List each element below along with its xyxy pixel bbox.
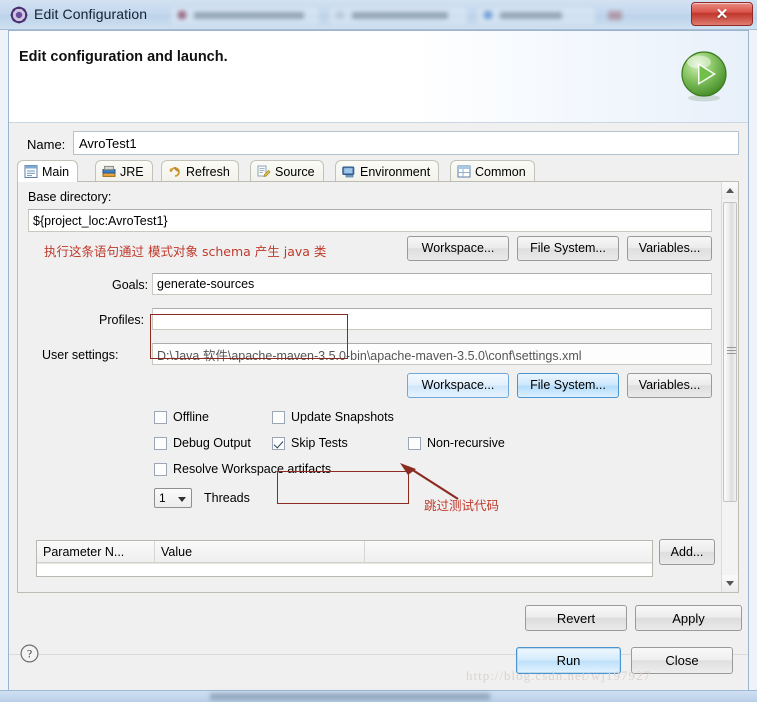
update-snapshots-checkbox[interactable]: [272, 411, 285, 424]
non-recursive-label: Non-recursive: [427, 436, 505, 450]
parameters-table[interactable]: Parameter N... Value: [36, 540, 653, 577]
resolve-workspace-artifacts-checkbox[interactable]: [154, 463, 167, 476]
tab-refresh[interactable]: Refresh: [161, 160, 239, 182]
scroll-down-arrow-icon[interactable]: [722, 575, 738, 592]
window-titlebar: Edit Configuration ✕: [0, 0, 757, 30]
tab-source-label: Source: [275, 164, 315, 179]
tab-environment[interactable]: Environment: [335, 160, 440, 182]
btn-label: Workspace...: [421, 241, 495, 256]
non-recursive-checkbox[interactable]: [408, 437, 421, 450]
background-browser-tabs: [170, 2, 670, 28]
eclipse-launch-icon: [10, 6, 28, 24]
user-settings-label: User settings:: [42, 348, 119, 362]
tab-main[interactable]: Main: [17, 160, 79, 182]
btn-label: Variables...: [638, 241, 701, 256]
jre-library-icon: [102, 165, 116, 177]
goals-input[interactable]: [152, 273, 712, 295]
source-pencil-icon: [257, 165, 271, 177]
chevron-down-icon: [178, 497, 186, 502]
green-run-circle-icon[interactable]: [677, 49, 731, 103]
name-input[interactable]: [73, 131, 739, 155]
apply-button[interactable]: Apply: [635, 605, 742, 631]
btn-label: Close: [665, 653, 699, 668]
window-close-button[interactable]: ✕: [691, 2, 753, 26]
resolve-workspace-artifacts-label: Resolve Workspace artifacts: [173, 462, 332, 476]
environment-icon: [342, 166, 355, 178]
close-icon: ✕: [715, 6, 729, 23]
tab-jre-label: JRE: [120, 164, 144, 179]
column-value: Value: [161, 545, 193, 559]
base-directory-variables-button[interactable]: Variables...: [627, 236, 712, 261]
scrollbar-grip-icon: [727, 347, 736, 354]
btn-label: Add...: [670, 544, 704, 559]
offline-checkbox[interactable]: [154, 411, 167, 424]
btn-label: Revert: [556, 610, 596, 626]
user-settings-filesystem-button[interactable]: File System...: [517, 373, 619, 398]
scrollbar-thumb[interactable]: [723, 202, 737, 502]
edit-configuration-window: Edit Configuration ✕ Edit configuration …: [0, 0, 757, 702]
base-directory-input[interactable]: [28, 209, 712, 232]
skip-tests-checkbox[interactable]: [272, 437, 285, 450]
window-title: Edit Configuration: [34, 6, 148, 22]
tab-bar: Main JRE Refresh Source Environment Comm…: [17, 160, 739, 182]
main-document-icon: [24, 165, 38, 178]
debug-output-checkbox[interactable]: [154, 437, 167, 450]
btn-label: File System...: [530, 241, 606, 256]
base-directory-workspace-button[interactable]: Workspace...: [407, 236, 509, 261]
svg-text:?: ?: [27, 649, 32, 661]
goals-label: Goals:: [112, 278, 149, 292]
common-table-icon: [457, 165, 471, 178]
debug-output-label: Debug Output: [173, 436, 251, 450]
dialog-header: Edit configuration and launch.: [9, 31, 748, 123]
tab-environment-label: Environment: [360, 164, 431, 179]
tab-jre[interactable]: JRE: [95, 160, 153, 182]
refresh-arrows-icon: [169, 166, 180, 177]
name-label: Name:: [27, 137, 66, 152]
btn-label: Run: [556, 653, 581, 668]
watermark: http://blog.csdn.net/wj197927: [466, 668, 651, 683]
btn-label: Variables...: [638, 378, 701, 393]
name-row: Name:: [17, 131, 739, 157]
revert-button[interactable]: Revert: [525, 605, 627, 631]
offline-label: Offline: [173, 410, 209, 424]
help-question-icon[interactable]: ?: [20, 644, 39, 663]
tab-refresh-label: Refresh: [186, 164, 230, 179]
threads-dropdown[interactable]: 1: [154, 488, 192, 508]
user-settings-workspace-button[interactable]: Workspace...: [407, 373, 509, 398]
tab-main-label: Main: [42, 164, 70, 179]
annotation-goals-note: 执行这条语句通过 模式对象 schema 产生 java 类: [44, 244, 327, 259]
profiles-input[interactable]: [152, 308, 712, 330]
tab-common-label: Common: [475, 164, 526, 179]
page-title: Edit configuration and launch.: [19, 49, 228, 65]
scroll-up-arrow-icon[interactable]: [722, 182, 738, 199]
dialog-frame: Edit configuration and launch. Name: Avr…: [8, 30, 749, 690]
main-tab-panel: Base directory: 执行这条语句通过 模式对象 schema 产生 …: [17, 181, 739, 593]
threads-label: Threads: [204, 491, 250, 505]
base-directory-label: Base directory:: [28, 190, 112, 204]
taskbar-strip: [0, 690, 757, 702]
panel-scrollbar[interactable]: [721, 182, 738, 592]
user-settings-input[interactable]: [152, 343, 712, 365]
user-settings-variables-button[interactable]: Variables...: [627, 373, 712, 398]
add-parameter-button[interactable]: Add...: [659, 539, 715, 565]
threads-value: 1: [159, 491, 166, 505]
profiles-label: Profiles:: [99, 313, 145, 327]
skip-tests-label: Skip Tests: [291, 436, 348, 450]
tab-common[interactable]: Common: [450, 160, 535, 182]
annotation-skip-tests-note: 跳过测试代码: [424, 498, 500, 513]
dialog-body: Name: Main: [9, 124, 748, 690]
tab-source[interactable]: Source: [250, 160, 324, 182]
update-snapshots-label: Update Snapshots: [291, 410, 394, 424]
table-header-row: Parameter N... Value: [37, 541, 652, 563]
btn-label: File System...: [530, 378, 606, 393]
column-parameter-name: Parameter N...: [43, 545, 125, 559]
base-directory-filesystem-button[interactable]: File System...: [517, 236, 619, 261]
btn-label: Apply: [672, 610, 705, 626]
btn-label: Workspace...: [421, 378, 495, 393]
taskbar-blurred-items: [210, 693, 490, 700]
